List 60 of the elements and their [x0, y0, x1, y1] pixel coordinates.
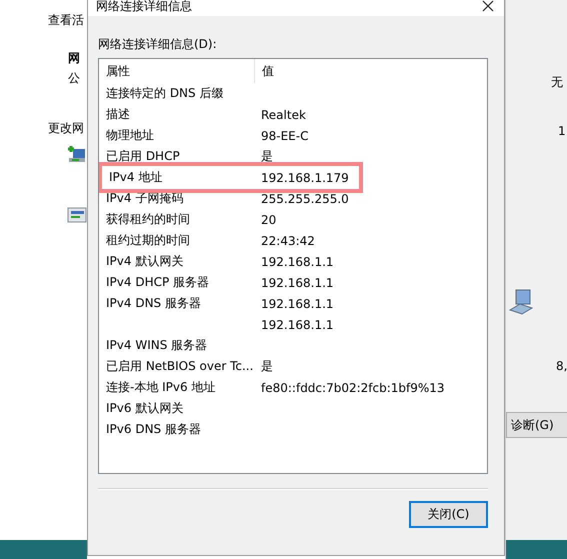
list-row[interactable]: IPv4 WINS 服务器: [99, 335, 487, 356]
network-adapter-icon[interactable]: [67, 207, 87, 223]
list-row[interactable]: IPv4 DNS 服务器 192.168.1.1: [99, 293, 487, 314]
status-text: 1: [558, 124, 566, 138]
property-value: fe80::fddc:7b02:2fcb:1bf9%13: [261, 380, 445, 394]
property-name: 租约过期的时间: [106, 233, 190, 247]
status-text: 无: [551, 74, 563, 91]
list-row[interactable]: 192.168.1.1: [99, 314, 487, 335]
property-name: IPv6 DNS 服务器: [106, 422, 201, 436]
list-row[interactable]: 连接-本地 IPv6 地址 fe80::fddc:7b02:2fcb:1bf9%13: [99, 377, 487, 398]
property-name: 已启用 NetBIOS over Tc...: [106, 359, 254, 373]
list-row[interactable]: 物理地址 98-EE-C: [99, 125, 487, 146]
network-adapter-icon[interactable]: [67, 145, 87, 165]
property-value: 是: [261, 359, 273, 373]
property-value: 192.168.1.179: [261, 170, 349, 184]
property-value: 98-EE-C: [261, 128, 308, 142]
list-row[interactable]: IPv6 DNS 服务器: [99, 419, 487, 440]
list-label: 网络连接详细信息(D):: [98, 36, 218, 52]
property-value: 是: [261, 149, 273, 163]
property-name: 描述: [106, 107, 130, 121]
property-name: 连接-本地 IPv6 地址: [106, 380, 216, 394]
property-name: 物理地址: [106, 128, 154, 142]
list-row[interactable]: 租约过期的时间 22:43:42: [99, 230, 487, 251]
property-name: 连接特定的 DNS 后缀: [106, 86, 224, 100]
property-value: Realtek: [261, 108, 306, 122]
property-name: IPv6 默认网关: [106, 401, 184, 415]
list-row[interactable]: 已启用 NetBIOS over Tc... 是: [99, 356, 487, 377]
property-value: 20: [261, 212, 276, 226]
column-header[interactable]: 属性: [99, 59, 255, 83]
property-name: IPv4 DHCP 服务器: [106, 275, 210, 289]
list-row[interactable]: IPv4 默认网关 192.168.1.1: [99, 251, 487, 272]
network-type: 公: [68, 70, 80, 87]
column-header[interactable]: 值: [255, 59, 274, 83]
list-row[interactable]: IPv6 默认网关: [99, 398, 487, 419]
property-name: IPv4 DNS 服务器: [106, 296, 201, 310]
property-name: 获得租约的时间: [106, 212, 190, 226]
list-row[interactable]: 连接特定的 DNS 后缀: [99, 83, 487, 104]
property-value: 192.168.1.1: [261, 276, 334, 290]
taskbar: [506, 540, 567, 559]
status-text: 8,: [556, 359, 567, 373]
diagnose-button[interactable]: 诊断(G): [506, 412, 567, 438]
property-name: IPv4 地址: [109, 170, 162, 184]
property-value: 192.168.1.1: [261, 318, 334, 332]
property-name: IPv4 WINS 服务器: [106, 338, 208, 352]
property-value: 255.255.255.0: [261, 192, 349, 206]
section-heading: 更改网: [48, 120, 84, 137]
section-heading: 查看活: [48, 12, 84, 29]
property-name: IPv4 默认网关: [106, 254, 184, 268]
close-button[interactable]: 关闭(C): [409, 501, 488, 528]
list-row[interactable]: IPv4 DHCP 服务器 192.168.1.1: [99, 272, 487, 293]
list-row[interactable]: 描述 Realtek: [99, 104, 487, 125]
list-row[interactable]: IPv4 地址 192.168.1.179: [99, 162, 363, 193]
list-row[interactable]: 获得租约的时间 20: [99, 209, 487, 230]
window-title: 网络连接详细信息: [96, 0, 192, 12]
property-value: 192.168.1.1: [261, 254, 334, 268]
property-value: 192.168.1.1: [261, 296, 334, 310]
network-name: 网: [68, 50, 80, 67]
close-icon[interactable]: [482, 0, 494, 12]
property-name: 已启用 DHCP: [106, 149, 180, 163]
property-value: 22:43:42: [261, 234, 315, 248]
